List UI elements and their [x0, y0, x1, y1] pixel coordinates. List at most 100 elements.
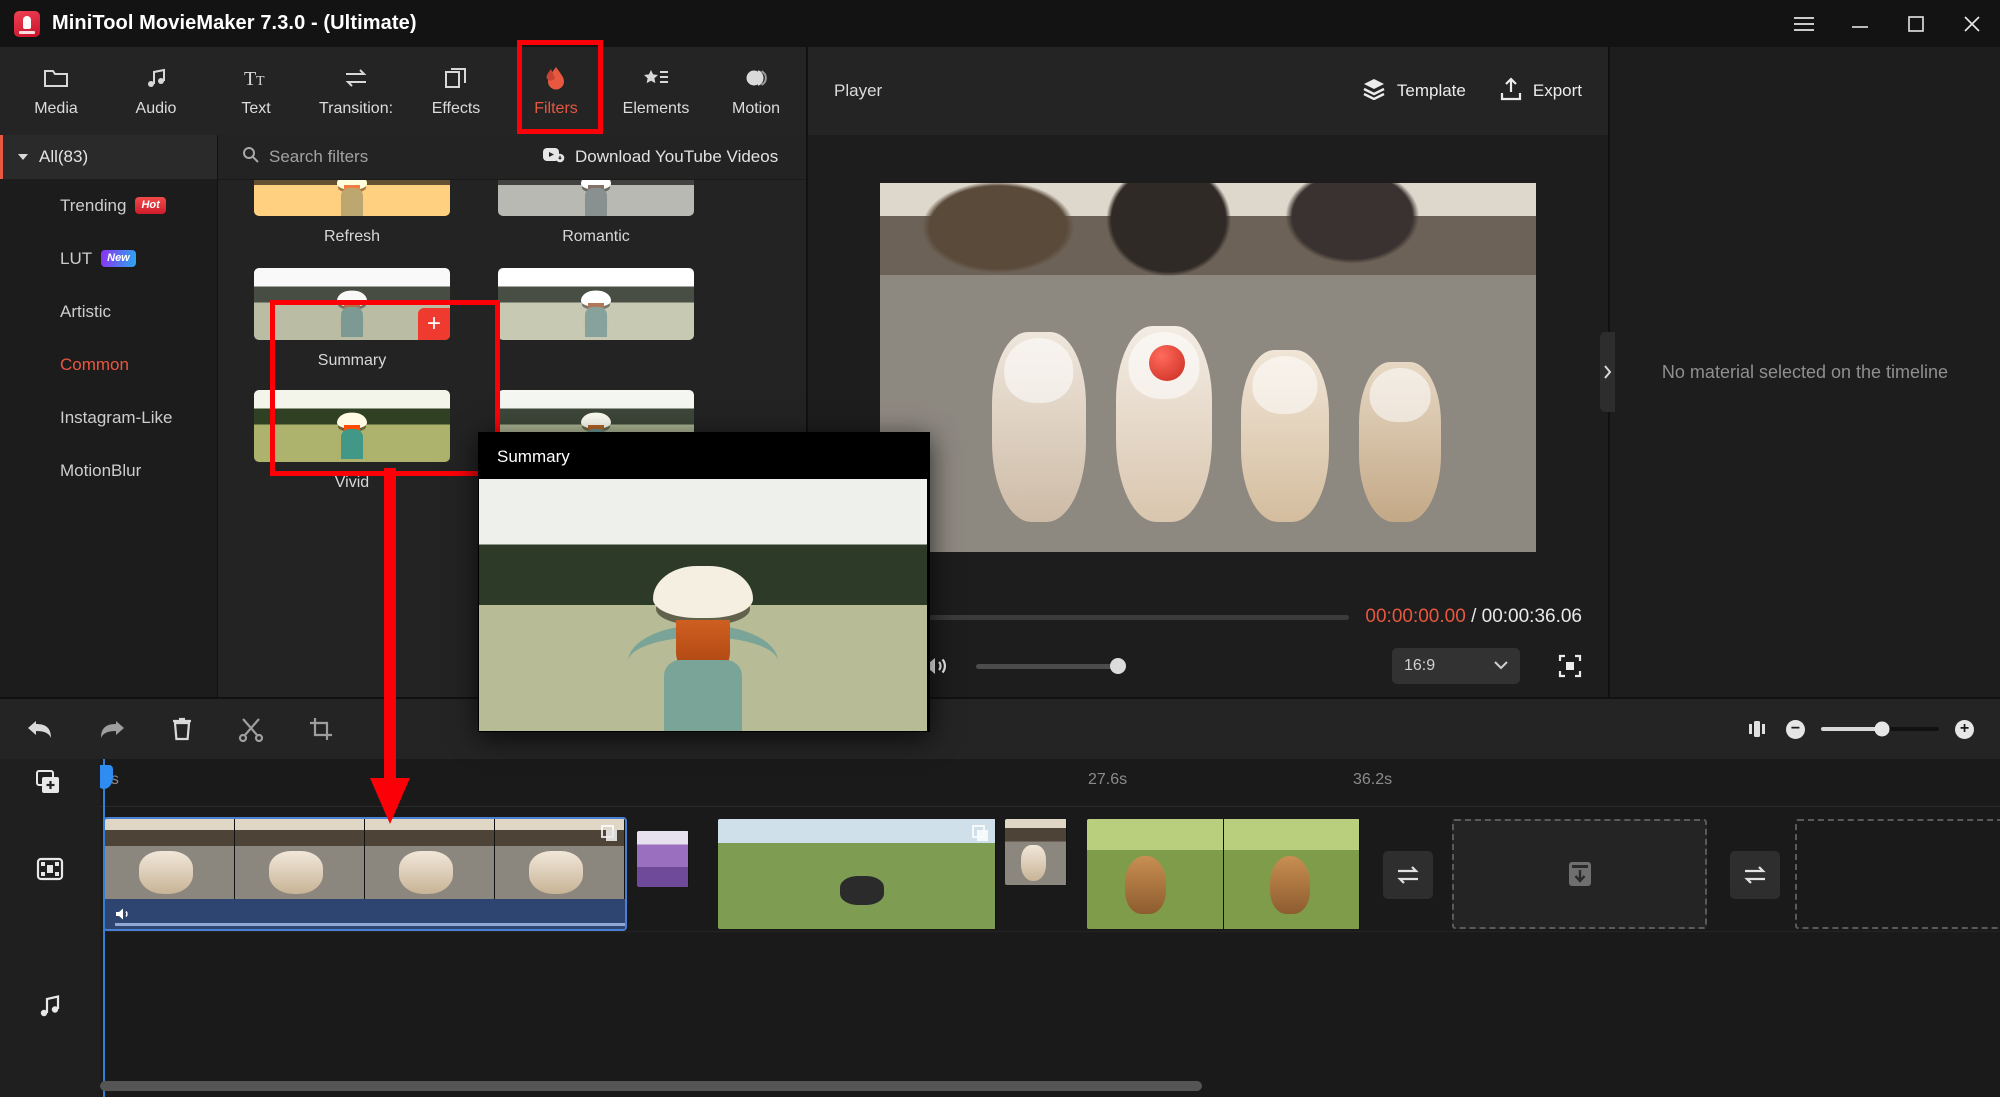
- fullscreen-icon[interactable]: [1558, 654, 1582, 678]
- clip-frame: [105, 819, 235, 899]
- player-title: Player: [834, 81, 883, 100]
- transition-placeholder-2[interactable]: [1730, 851, 1780, 899]
- no-material-message: No material selected on the timeline: [1661, 361, 1949, 382]
- ribbon-tab-audio[interactable]: Audio: [106, 51, 206, 131]
- transition-arrows-icon: [343, 65, 369, 91]
- filter-label: Summary: [317, 352, 387, 369]
- filter-tile-refresh[interactable]: Refresh: [254, 180, 450, 246]
- category-all[interactable]: All(83): [0, 135, 217, 179]
- media-drop-slot-empty[interactable]: [1795, 819, 2000, 929]
- ribbon-tab-motion[interactable]: Motion: [706, 51, 806, 131]
- clip-frame: [718, 819, 996, 929]
- clip-frame: [365, 819, 495, 899]
- download-youtube-label: Download YouTube Videos: [575, 147, 779, 166]
- filter-tile-vivid[interactable]: Vivid: [254, 390, 450, 492]
- scrollbar-thumb[interactable]: [100, 1081, 1202, 1091]
- layers-stack-icon: [1362, 78, 1386, 105]
- app-body: Media Audio TT Text Transition: Effects …: [0, 47, 2000, 1097]
- ribbon-tab-transitions[interactable]: Transition:: [306, 51, 406, 131]
- timeline-horizontal-scrollbar[interactable]: [100, 1081, 2000, 1091]
- download-youtube-button[interactable]: Download YouTube Videos: [543, 147, 778, 168]
- template-button[interactable]: Template: [1362, 78, 1466, 105]
- zoom-out-button[interactable]: −: [1786, 719, 1805, 739]
- transition-placeholder-1[interactable]: [1383, 851, 1433, 899]
- category-label: Instagram-Like: [60, 407, 173, 427]
- timeline-clip-purple[interactable]: [637, 831, 689, 887]
- ribbon-tab-elements[interactable]: Elements: [606, 51, 706, 131]
- video-track-lane[interactable]: [100, 807, 2000, 931]
- aspect-ratio-select[interactable]: 16:9: [1392, 648, 1520, 684]
- zoom-slider-knob[interactable]: [1874, 721, 1890, 737]
- filter-tile-summary[interactable]: + Summary: [254, 268, 450, 370]
- timeline-clip-rabbits[interactable]: [1087, 819, 1360, 929]
- youtube-download-icon: [543, 147, 565, 168]
- search-container[interactable]: [218, 146, 518, 168]
- category-common[interactable]: Common: [0, 338, 217, 391]
- filter-thumbnail: [254, 390, 450, 462]
- filters-search-bar: Download YouTube Videos: [218, 135, 806, 180]
- timeline-toolbar: − +: [0, 699, 2000, 759]
- scissors-icon[interactable]: [238, 716, 264, 742]
- layers-icon: [444, 65, 468, 91]
- timeline-zoom-slider[interactable]: [1821, 721, 1939, 737]
- filter-label: Refresh: [323, 228, 381, 245]
- timeline-ruler[interactable]: 0s 27.6s 36.2s: [100, 759, 2000, 807]
- ribbon-tab-media[interactable]: Media: [6, 51, 106, 131]
- add-filter-button[interactable]: +: [418, 308, 450, 340]
- timeline-panel: − + 27.6s 36.2s: [0, 697, 2000, 1097]
- player-header: Player Template Export: [808, 47, 1608, 135]
- zoom-in-button[interactable]: +: [1955, 719, 1974, 739]
- video-track-header[interactable]: [0, 807, 100, 931]
- category-lut[interactable]: LUT New: [0, 232, 217, 285]
- filter-preview-popup: Summary: [478, 432, 930, 732]
- undo-button[interactable]: [26, 716, 54, 742]
- app-title: MiniTool MovieMaker 7.3.0 - (Ultimate): [52, 12, 417, 34]
- chevron-down-icon: [17, 147, 29, 167]
- filter-tile-unnamed-1[interactable]: [498, 268, 694, 370]
- filter-label: Romantic: [562, 228, 630, 245]
- filter-tile-romantic[interactable]: Romantic: [498, 180, 694, 246]
- timeline-clip-kittens[interactable]: [103, 817, 627, 931]
- clip-frame: [637, 831, 689, 887]
- panel-collapse-handle[interactable]: [1600, 332, 1615, 412]
- category-trending[interactable]: Trending Hot: [0, 179, 217, 232]
- maximize-button[interactable]: [1888, 0, 1944, 47]
- playhead[interactable]: [100, 759, 113, 1097]
- timeline-clip-dogs[interactable]: [718, 819, 996, 929]
- menu-button[interactable]: [1776, 0, 1832, 47]
- svg-text:T: T: [256, 74, 265, 89]
- category-label: MotionBlur: [60, 460, 142, 480]
- category-instagram-like[interactable]: Instagram-Like: [0, 391, 217, 444]
- search-icon: [242, 146, 259, 168]
- volume-slider-knob[interactable]: [1110, 658, 1126, 674]
- filter-label: Vivid: [334, 474, 370, 491]
- category-all-label: All(83): [39, 147, 89, 166]
- timeline-clip-cats-small[interactable]: [1005, 819, 1067, 885]
- minimize-button[interactable]: [1832, 0, 1888, 47]
- time-separator: /: [1471, 606, 1477, 627]
- clip-copy-icon[interactable]: [601, 825, 619, 843]
- ribbon-tab-filters[interactable]: Filters: [506, 51, 606, 131]
- category-artistic[interactable]: Artistic: [0, 285, 217, 338]
- add-media-track-button[interactable]: [0, 759, 100, 807]
- video-preview[interactable]: [880, 182, 1536, 552]
- clip-frame: [235, 819, 365, 899]
- category-motionblur[interactable]: MotionBlur: [0, 444, 217, 497]
- clip-copy-icon[interactable]: [972, 825, 990, 843]
- ribbon-tab-effects[interactable]: Effects: [406, 51, 506, 131]
- export-button[interactable]: Export: [1500, 76, 1582, 106]
- volume-slider[interactable]: [976, 658, 1126, 674]
- media-drop-slot[interactable]: [1452, 819, 1707, 929]
- window-controls: [1776, 0, 2000, 47]
- ribbon-tab-text[interactable]: TT Text: [206, 51, 306, 131]
- close-button[interactable]: [1944, 0, 2000, 47]
- crop-icon[interactable]: [308, 716, 334, 742]
- trash-icon[interactable]: [170, 716, 194, 742]
- audio-track-header[interactable]: [0, 931, 100, 1081]
- timeline-lanes[interactable]: 0s 27.6s 36.2s: [100, 759, 2000, 1097]
- audio-track-lane[interactable]: [100, 931, 2000, 1081]
- fit-timeline-icon[interactable]: [1744, 718, 1770, 740]
- clip-frames: [637, 831, 689, 887]
- search-input[interactable]: [269, 147, 499, 167]
- redo-button[interactable]: [98, 716, 126, 742]
